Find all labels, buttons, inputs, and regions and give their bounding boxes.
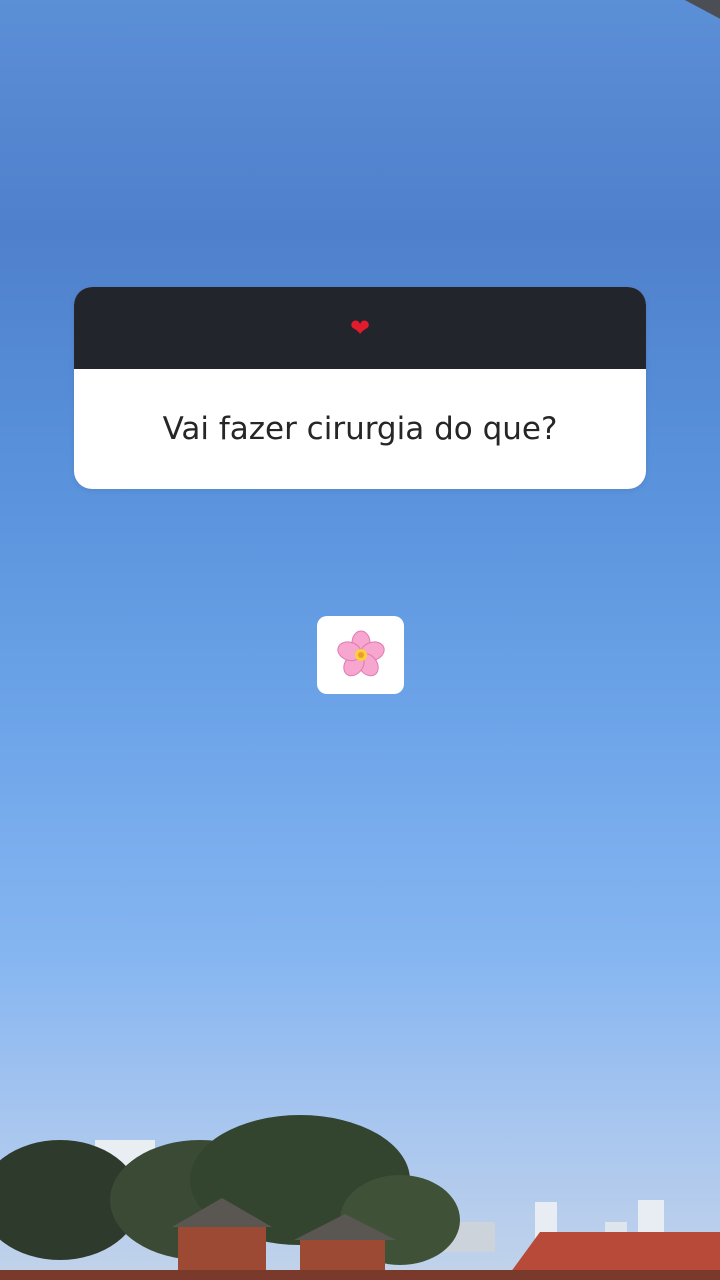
- cityscape-background: [0, 1115, 720, 1280]
- question-sticker[interactable]: ❤ Vai fazer cirurgia do que?: [74, 287, 646, 489]
- question-header: ❤: [74, 287, 646, 369]
- story-canvas: ❤ Vai fazer cirurgia do que?: [0, 0, 720, 1280]
- roof-edge: [451, 0, 720, 31]
- cherry-blossom-icon: [336, 630, 385, 677]
- heart-icon: ❤: [349, 314, 371, 342]
- question-text: Vai fazer cirurgia do que?: [162, 411, 558, 447]
- reply-sticker[interactable]: [317, 616, 404, 694]
